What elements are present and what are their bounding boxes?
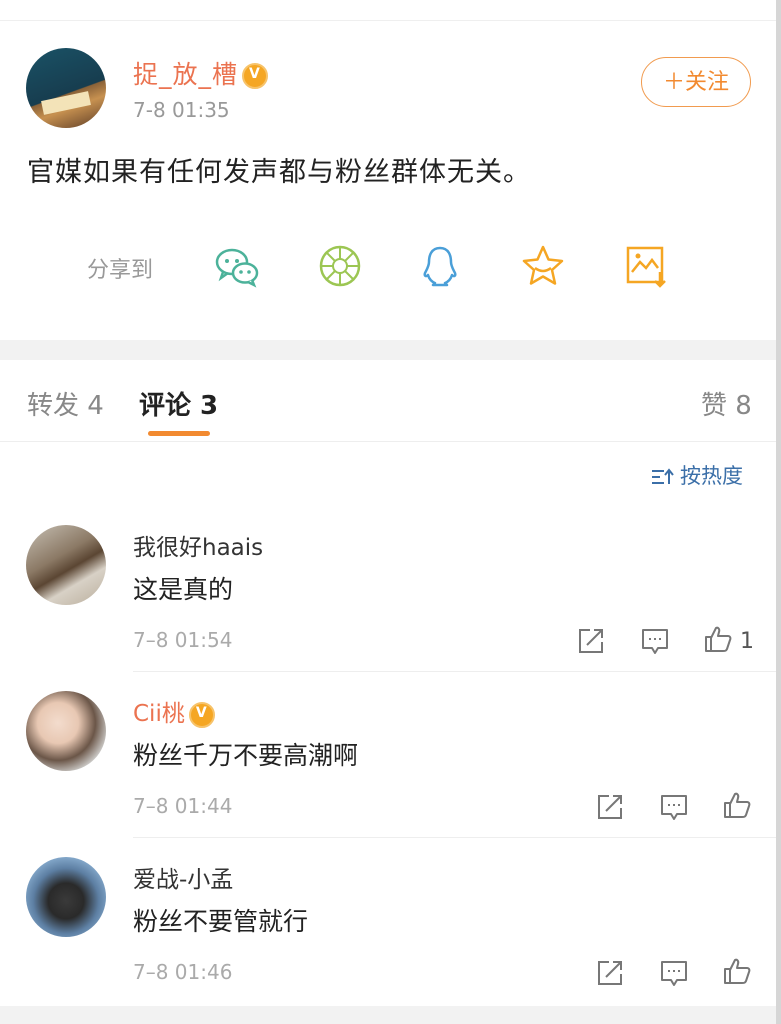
comment-time: 7–8 01:46 <box>133 960 233 984</box>
vip-badge-icon <box>188 701 215 728</box>
vip-badge-icon <box>242 63 269 89</box>
comment-text: 粉丝不要管就行 <box>133 907 309 936</box>
like-icon[interactable] <box>722 790 752 820</box>
scrollbar[interactable] <box>776 0 781 1024</box>
comment-avatar[interactable] <box>26 525 106 605</box>
qq-icon[interactable] <box>416 242 464 290</box>
bottom-separator <box>0 1006 781 1024</box>
comment-avatar[interactable] <box>26 857 106 937</box>
comment-username[interactable]: 爱战-小孟 <box>133 860 233 894</box>
post-content: 官媒如果有任何发声都与粉丝群体无关。 <box>27 157 531 188</box>
comment-divider <box>133 671 781 672</box>
like-count: 1 <box>740 629 754 654</box>
reply-icon[interactable] <box>659 958 689 988</box>
comment-username[interactable]: 我很好haais <box>133 528 263 562</box>
post-author-username[interactable]: 捉_放_槽 <box>133 60 238 89</box>
reply-icon[interactable] <box>659 792 689 822</box>
tab-divider <box>0 441 781 442</box>
tab-likes[interactable]: 赞 8 <box>701 385 752 422</box>
comment-time: 7–8 01:44 <box>133 794 233 818</box>
comment-username[interactable]: Cii桃 <box>133 701 185 727</box>
repost-icon[interactable] <box>576 626 606 656</box>
comment-divider <box>133 837 781 838</box>
tab-repost[interactable]: 转发 4 <box>27 385 104 422</box>
sort-icon <box>652 468 674 484</box>
repost-icon[interactable] <box>595 958 625 988</box>
post-author-name[interactable]: 捉_放_槽 <box>133 55 269 91</box>
share-label: 分享到 <box>87 258 154 283</box>
comment-username-wrap[interactable]: Cii桃 <box>133 694 215 728</box>
like-icon[interactable] <box>703 624 733 654</box>
sort-by-hot-button[interactable]: 按热度 <box>650 460 743 490</box>
comment-avatar[interactable] <box>26 691 106 771</box>
comment-text: 粉丝千万不要高潮啊 <box>133 741 359 770</box>
reply-icon[interactable] <box>640 626 670 656</box>
like-icon[interactable] <box>722 956 752 986</box>
repost-icon[interactable] <box>595 792 625 822</box>
wechat-icon[interactable] <box>213 242 261 290</box>
moments-icon[interactable] <box>316 242 364 290</box>
post-author-avatar[interactable] <box>26 48 106 128</box>
active-tab-indicator <box>148 431 210 436</box>
save-image-icon[interactable] <box>622 242 670 290</box>
tab-comments[interactable]: 评论 3 <box>139 385 218 422</box>
section-separator <box>0 340 781 360</box>
sort-label: 按热度 <box>680 464 743 488</box>
top-divider <box>0 20 781 21</box>
comment-time: 7–8 01:54 <box>133 628 233 652</box>
favorite-star-icon[interactable] <box>519 242 567 290</box>
post-time: 7-8 01:35 <box>133 98 230 122</box>
comment-text: 这是真的 <box>133 575 234 604</box>
follow-button[interactable]: ＋关注 <box>641 57 751 107</box>
